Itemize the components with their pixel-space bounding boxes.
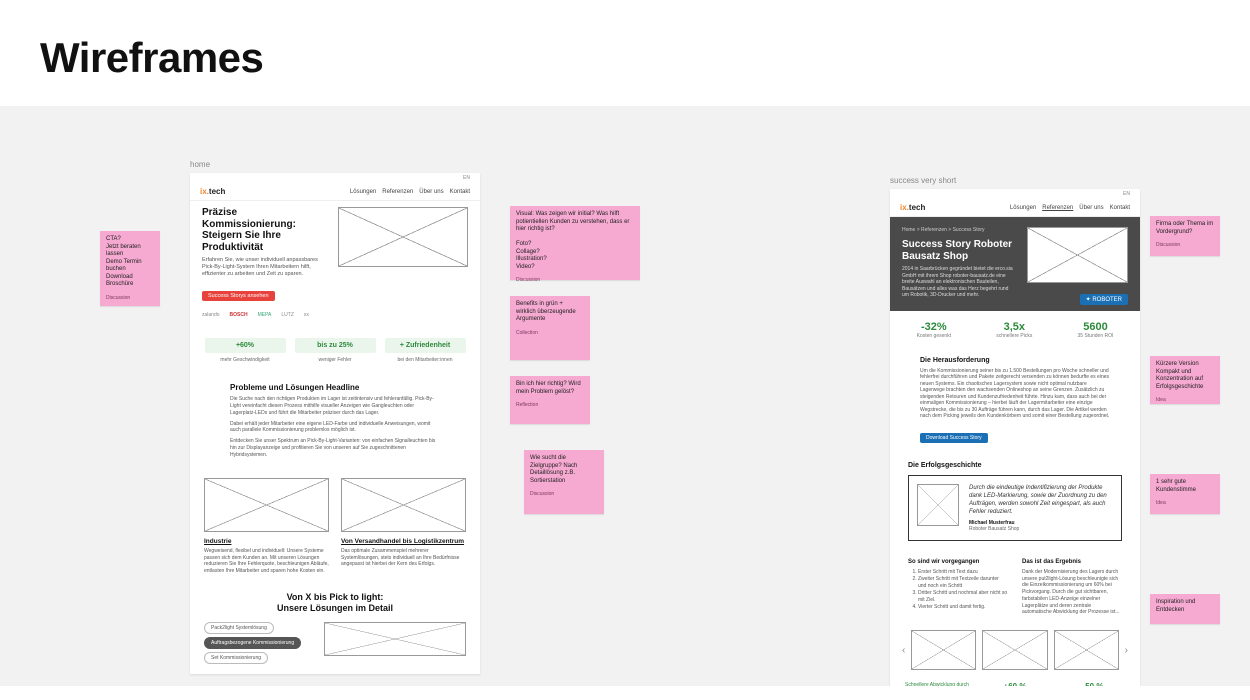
client-logos: zalando BOSCH MEPA LUTZ xx [190, 312, 480, 326]
result-column: Das ist das Ergebnis Dank der Modernisie… [1022, 559, 1122, 616]
logo[interactable]: ix.tech [900, 203, 925, 212]
hero-body: Erfahren Sie, wie unser individuell anpa… [202, 257, 324, 278]
stat-errors: bis zu 25%weniger Fehler [295, 338, 376, 363]
sticky-cta[interactable]: CTA? Jetzt beraten lassen Demo Termin bu… [100, 231, 160, 306]
lang-switch[interactable]: EN [890, 189, 1140, 197]
sticky-visual[interactable]: Visual: Was zeigen wir initial? Was hilf… [510, 206, 640, 280]
download-button[interactable]: Download Success Story [920, 433, 988, 443]
solutions-title: Von X bis Pick to light:Unsere Lösungen … [204, 592, 466, 614]
page-title: Wireframes [0, 0, 1250, 106]
testimonial-box: Durch die eindeutige Indentifizierung de… [908, 475, 1122, 541]
frame-label-success: success very short [890, 176, 1140, 185]
stat-satisfaction: + Zufriedenheitbei den Mitarbeiter:innen [385, 338, 466, 363]
card-versandhandel[interactable]: Von Versandhandel bis Logistikzentrum Da… [341, 478, 466, 574]
wireframe-canvas: CTA? Jetzt beraten lassen Demo Termin bu… [0, 106, 1250, 686]
card-image-placeholder [204, 478, 329, 532]
quote-role: Roboter Bausatz Shop [969, 526, 1113, 532]
image-carousel[interactable]: ‹ › [890, 626, 1140, 678]
card-image-placeholder [341, 478, 466, 532]
hero-cta-button[interactable]: Success Storys ansehen [202, 291, 275, 301]
stat-picks: 3,5xschnellere Picks [996, 321, 1032, 339]
stat-cost: -32%Kosten gesenkt [917, 321, 951, 339]
hero-image-placeholder [338, 207, 468, 267]
sticky-kundenstimme[interactable]: 1 sehr gute Kundenstimme Idea [1150, 474, 1220, 514]
approach-column: So sind wir vorgegangen Erster Schritt m… [908, 559, 1008, 616]
sticky-inspiration[interactable]: Inspiration und Entdecken [1150, 594, 1220, 624]
pill-auftrag[interactable]: Auftragsbezogene Kommissionierung [204, 637, 301, 649]
chevron-right-icon[interactable]: › [1125, 645, 1128, 656]
frame-success[interactable]: EN ix.tech LösungenReferenzenÜber unsKon… [890, 189, 1140, 686]
carousel-image [1054, 630, 1119, 670]
stat-roi: 560035 Stunden ROI [1078, 321, 1114, 339]
result-stat: +60 %in kürzerer Zeit [980, 682, 1050, 686]
frame-label-home: home [190, 160, 640, 169]
chevron-left-icon[interactable]: ‹ [902, 645, 905, 656]
challenge-body: Um die Kommissionierung seiner bis zu 1.… [920, 368, 1110, 420]
logo[interactable]: ix.tech [200, 187, 225, 196]
main-nav[interactable]: LösungenReferenzenÜber unsKontakt [344, 189, 470, 195]
card-industrie[interactable]: Industrie Wegweisend, flexibel und indiv… [204, 478, 329, 574]
result-stat: -50 %Wir haben zusammen ... [1058, 682, 1128, 686]
problems-title: Probleme und Lösungen Headline [230, 383, 440, 392]
pill-set[interactable]: Set Kommissionierung [204, 652, 268, 664]
frame-home[interactable]: EN ix.tech LösungenReferenzenÜber unsKon… [190, 173, 480, 674]
success-hero-image [1027, 227, 1128, 283]
sticky-problem[interactable]: Bin ich hier richtig? Wird mein Problem … [510, 376, 590, 424]
challenge-title: Die Herausforderung [920, 357, 1110, 364]
sticky-firma[interactable]: Firma oder Thema im Vordergrund? Discuss… [1150, 216, 1220, 256]
solution-tabs[interactable]: Pack2light Systemlösung Auftragsbezogene… [204, 622, 314, 664]
lang-switch[interactable]: EN [190, 173, 480, 181]
success-hero-title: Success Story Roboter Bausatz Shop [902, 239, 1015, 262]
pill-pack2light[interactable]: Pack2light Systemlösung [204, 622, 274, 634]
result-stat: Schnellere Abwicklung durch Vorrausschau… [902, 682, 972, 686]
hero-title: Präzise Kommissionierung: Steigern Sie I… [202, 207, 324, 253]
carousel-image [911, 630, 976, 670]
client-badge: ✦ ROBOTER [1080, 294, 1128, 305]
sticky-kurz[interactable]: Kürzere Version Kompakt und Konzentratio… [1150, 356, 1220, 404]
sticky-benefits[interactable]: Benefits in grün + wirklich überzeugende… [510, 296, 590, 360]
stat-speed: +60%mehr Geschwindigkeit [205, 338, 286, 363]
story-title: Die Erfolgsgeschichte [908, 462, 1122, 469]
sticky-audience[interactable]: Wie sucht die Zielgruppe? Nach Detaillös… [524, 450, 604, 514]
carousel-image [982, 630, 1047, 670]
quote-text: Durch die eindeutige Indentifizierung de… [969, 484, 1113, 516]
solution-image-placeholder [324, 622, 466, 656]
success-hero-body: 2014 in Saarbrücken gegründet bietet die… [902, 266, 1015, 299]
main-nav[interactable]: LösungenReferenzenÜber unsKontakt [1004, 205, 1130, 211]
avatar [917, 484, 959, 526]
breadcrumb[interactable]: Home > Referenzen > Success Story [902, 227, 1015, 233]
